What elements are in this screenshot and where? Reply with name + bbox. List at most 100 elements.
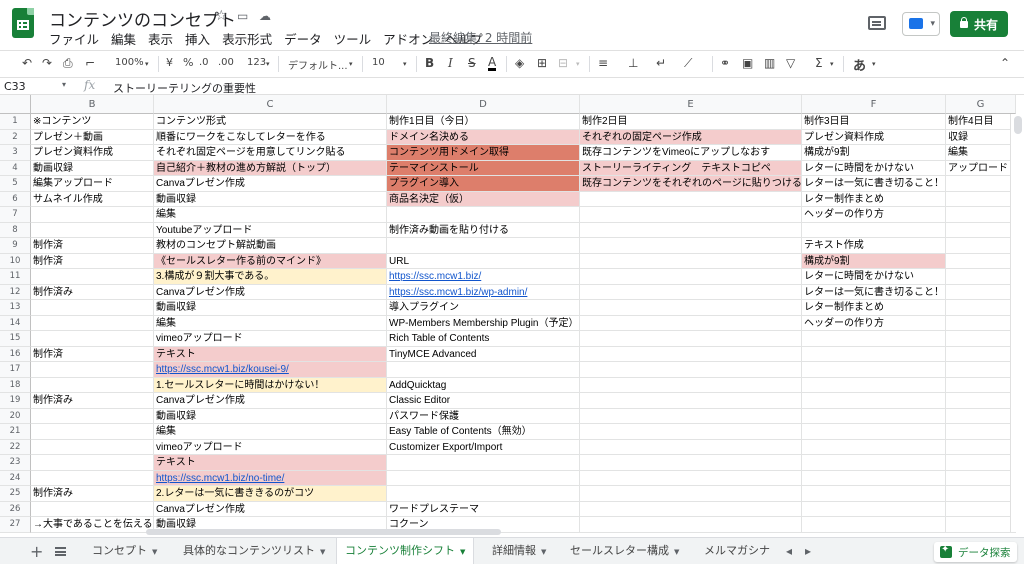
cell-g4[interactable]: アップロード bbox=[946, 160, 1016, 176]
zoom-select[interactable]: 100% bbox=[115, 57, 144, 68]
cell-c22[interactable]: vimeoアップロード bbox=[154, 439, 387, 455]
cell-c24[interactable]: https://ssc.mcw1.biz/no-time/ bbox=[154, 470, 387, 486]
cell-d17[interactable] bbox=[387, 362, 580, 378]
row-header[interactable]: 10 bbox=[0, 253, 31, 269]
tab-content-list[interactable]: 具体的なコンテンツリスト ▼ bbox=[175, 538, 333, 564]
cell-d16[interactable]: TinyMCE Advanced bbox=[387, 346, 580, 362]
cell-c18[interactable]: 1.セールスレターに時間はかけない！ bbox=[154, 377, 387, 393]
star-icon[interactable]: ☆ bbox=[215, 8, 228, 24]
cell-c21[interactable]: 編集 bbox=[154, 424, 387, 440]
cell-g7[interactable] bbox=[946, 207, 1016, 223]
menu-file[interactable]: ファイル bbox=[49, 29, 99, 48]
cell-g26[interactable] bbox=[946, 501, 1016, 517]
menu-addons[interactable]: アドオン bbox=[383, 29, 433, 48]
currency-button[interactable]: ¥ bbox=[166, 56, 173, 69]
cell-f8[interactable] bbox=[802, 222, 946, 238]
cell-f20[interactable] bbox=[802, 408, 946, 424]
sheets-logo-icon[interactable] bbox=[12, 8, 34, 38]
cell-d5[interactable]: プラグイン導入 bbox=[387, 176, 580, 192]
cell-f18[interactable] bbox=[802, 377, 946, 393]
cell-d4[interactable]: テーマインストール bbox=[387, 160, 580, 176]
column-header-d[interactable]: D bbox=[387, 95, 580, 114]
filter-icon[interactable]: ▽ bbox=[786, 56, 795, 70]
cell-g8[interactable] bbox=[946, 222, 1016, 238]
insert-chart-icon[interactable]: ▥ bbox=[764, 56, 775, 70]
cloud-status-icon[interactable]: ☁ bbox=[259, 9, 271, 23]
print-icon[interactable]: ⎙ bbox=[63, 56, 73, 71]
all-sheets-icon[interactable] bbox=[55, 547, 66, 556]
column-header-c[interactable]: C bbox=[154, 95, 387, 114]
cell-e3[interactable]: 既存コンテンツをVimeoにアップしなおす bbox=[580, 145, 802, 161]
row-header[interactable]: 5 bbox=[0, 176, 31, 192]
cell-e20[interactable] bbox=[580, 408, 802, 424]
cell-f12[interactable]: レターは一気に書き切ること！ bbox=[802, 284, 946, 300]
cell-e21[interactable] bbox=[580, 424, 802, 440]
cell-e4[interactable]: ストーリーライティング テキストコピペ bbox=[580, 160, 802, 176]
cell-c6[interactable]: 動画収録 bbox=[154, 191, 387, 207]
cell-d3[interactable]: コンテンツ用ドメイン取得 bbox=[387, 145, 580, 161]
borders-icon[interactable]: ⊞ bbox=[537, 56, 547, 70]
tab-concept[interactable]: コンセプト ▼ bbox=[84, 538, 165, 564]
cell-g12[interactable] bbox=[946, 284, 1016, 300]
row-header[interactable]: 6 bbox=[0, 191, 31, 207]
tab-sales-letter[interactable]: セールスレター構成 ▼ bbox=[562, 538, 687, 564]
cell-c19[interactable]: Canvaプレゼン作成 bbox=[154, 393, 387, 409]
cell-f5[interactable]: レターは一気に書き切ること！ bbox=[802, 176, 946, 192]
cell-e14[interactable] bbox=[580, 315, 802, 331]
scroll-tabs-right-icon[interactable]: ▸ bbox=[805, 544, 811, 558]
cell-g15[interactable] bbox=[946, 331, 1016, 347]
menu-edit[interactable]: 編集 bbox=[111, 29, 136, 48]
menu-view[interactable]: 表示 bbox=[148, 29, 173, 48]
cell-f13[interactable]: レター制作まとめ bbox=[802, 300, 946, 316]
cell-d14[interactable]: WP-Members Membership Plugin（予定） bbox=[387, 315, 580, 331]
cell-d9[interactable] bbox=[387, 238, 580, 254]
font-size-select[interactable]: 10 bbox=[372, 57, 385, 68]
cell-c17[interactable]: https://ssc.mcw1.biz/kousei-9/ bbox=[154, 362, 387, 378]
functions-button[interactable]: Σ bbox=[815, 56, 823, 70]
paint-format-icon[interactable]: ⌐ bbox=[85, 56, 95, 70]
cell-d21[interactable]: Easy Table of Contents（無効） bbox=[387, 424, 580, 440]
cell-b22[interactable] bbox=[31, 439, 154, 455]
cell-f25[interactable] bbox=[802, 486, 946, 502]
column-header-f[interactable]: F bbox=[802, 95, 946, 114]
cell-c5[interactable]: Canvaプレゼン作成 bbox=[154, 176, 387, 192]
cell-b6[interactable]: サムネイル作成 bbox=[31, 191, 154, 207]
cell-f9[interactable]: テキスト作成 bbox=[802, 238, 946, 254]
menu-insert[interactable]: 挿入 bbox=[185, 29, 210, 48]
horizontal-scrollbar-thumb[interactable] bbox=[146, 529, 501, 535]
fill-color-icon[interactable]: ◈ bbox=[515, 56, 524, 70]
cell-b24[interactable] bbox=[31, 470, 154, 486]
row-header[interactable]: 2 bbox=[0, 129, 31, 145]
cell-f17[interactable] bbox=[802, 362, 946, 378]
row-header[interactable]: 11 bbox=[0, 269, 31, 285]
cell-g19[interactable] bbox=[946, 393, 1016, 409]
row-header[interactable]: 14 bbox=[0, 315, 31, 331]
row-header[interactable]: 15 bbox=[0, 331, 31, 347]
cell-b7[interactable] bbox=[31, 207, 154, 223]
cell-e24[interactable] bbox=[580, 470, 802, 486]
cell-b16[interactable]: 制作済 bbox=[31, 346, 154, 362]
cell-b1[interactable]: ※コンテンツ bbox=[31, 114, 154, 130]
cell-d7[interactable] bbox=[387, 207, 580, 223]
cell-d19[interactable]: Classic Editor bbox=[387, 393, 580, 409]
cell-d15[interactable]: Rich Table of Contents bbox=[387, 331, 580, 347]
cell-d11[interactable]: https://ssc.mcw1.biz/ bbox=[387, 269, 580, 285]
cell-b5[interactable]: 編集アップロード bbox=[31, 176, 154, 192]
cell-g10[interactable] bbox=[946, 253, 1016, 269]
percent-button[interactable]: % bbox=[183, 56, 193, 69]
font-family-select[interactable]: デフォルト... bbox=[288, 57, 348, 72]
cell-b21[interactable] bbox=[31, 424, 154, 440]
row-header[interactable]: 16 bbox=[0, 346, 31, 362]
cell-e5[interactable]: 既存コンテンツをそれぞれのページに貼りつける bbox=[580, 176, 802, 192]
cell-d26[interactable]: ワードプレステーマ bbox=[387, 501, 580, 517]
cell-e10[interactable] bbox=[580, 253, 802, 269]
text-wrap-icon[interactable]: ↵ bbox=[656, 56, 666, 70]
cell-f21[interactable] bbox=[802, 424, 946, 440]
vertical-scrollbar[interactable] bbox=[1010, 114, 1024, 532]
cell-e13[interactable] bbox=[580, 300, 802, 316]
cell-d1[interactable]: 制作1日目（今日） bbox=[387, 114, 580, 130]
cell-d2[interactable]: ドメイン名決める bbox=[387, 129, 580, 145]
cell-b23[interactable] bbox=[31, 455, 154, 471]
cell-c4[interactable]: 自己紹介＋教材の進め方解説（トップ） bbox=[154, 160, 387, 176]
cell-d10[interactable]: URL bbox=[387, 253, 580, 269]
